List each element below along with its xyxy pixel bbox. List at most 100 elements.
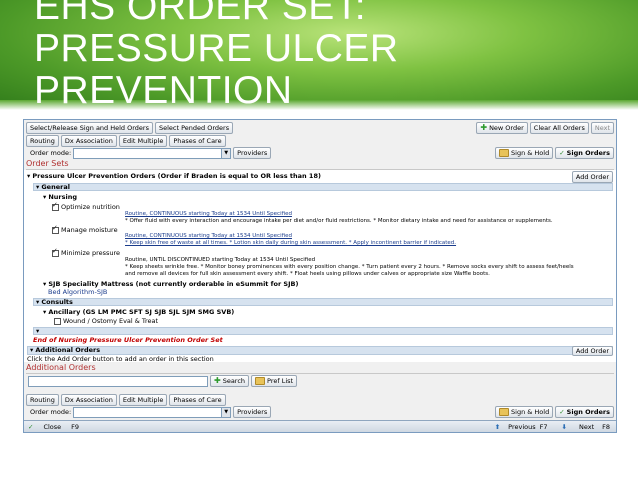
nursing-collapse-icon[interactable]: ▾ — [43, 193, 46, 201]
minimize-pressure-line1: Routine, UNTIL DISCONTINUED starting Tod… — [125, 257, 316, 263]
new-order-label: New Order — [489, 124, 524, 132]
sign-orders-button-bottom[interactable]: ✓ Sign Orders — [555, 406, 614, 418]
edit-multiple-button[interactable]: Edit Multiple — [118, 135, 168, 147]
next-button[interactable]: Next — [590, 122, 614, 134]
sign-orders-label-bottom: Sign Orders — [566, 408, 610, 416]
sjb-mattress-row: ▾ SJB Speciality Mattress (not currently… — [24, 280, 616, 288]
search-button[interactable]: ✚ Search — [210, 375, 250, 387]
minimize-pressure-line2: * Keep sheets wrinkle free. * Monitor bo… — [125, 264, 574, 270]
slide-title-line-3: PREVENTION — [34, 69, 293, 112]
minimize-pressure-line3: and remove all devices for full skin ass… — [125, 271, 490, 277]
order-item-minimize-pressure: Minimize pressure — [24, 247, 616, 257]
bed-algorithm-link[interactable]: Bed Algorithm-SJB — [48, 288, 107, 296]
empty-group-row: ▾ — [24, 327, 616, 335]
order-set-title: Pressure Ulcer Prevention Orders (Order … — [32, 172, 321, 180]
ancillary-collapse-icon[interactable]: ▾ — [43, 308, 46, 316]
click-hint-text: Click the Add Order button to add an ord… — [27, 355, 214, 363]
phases-of-care-button-bottom[interactable]: Phases of Care — [169, 394, 226, 406]
sign-hold-button[interactable]: Sign & Hold — [495, 147, 554, 159]
additional-orders-collapse-icon[interactable]: ▾ — [30, 346, 33, 354]
status-bar: ✓ Close F9 ⬆ Previous F7 ⬇ Next F8 — [24, 420, 616, 432]
sign-orders-label: Sign Orders — [566, 149, 610, 157]
manage-moisture-line2[interactable]: * Keep skin free of waste at all times. … — [125, 240, 456, 246]
manage-moisture-label: Manage moisture — [61, 226, 118, 234]
optimize-nutrition-label: Optimize nutrition — [61, 203, 120, 211]
folder-icon — [499, 408, 510, 416]
order-set-title-row: ▾ Pressure Ulcer Prevention Orders (Orde… — [24, 171, 616, 183]
slide-title-line-1: EHS ORDER SET: — [34, 0, 367, 28]
order-item-optimize-nutrition: Optimize nutrition — [24, 201, 616, 211]
close-button[interactable]: Close — [43, 423, 61, 431]
optimize-nutrition-line1[interactable]: Routine, CONTINUOUS starting Today at 15… — [125, 211, 292, 217]
wound-consult-label: Wound / Ostomy Eval & Treat — [63, 317, 159, 325]
edit-multiple-button-bottom[interactable]: Edit Multiple — [118, 394, 168, 406]
order-mode-bar: Order mode: ▼ Providers Sign & Hold ✓ Sig… — [24, 147, 616, 159]
end-of-order-set-text: End of Nursing Pressure Ulcer Prevention… — [33, 336, 223, 344]
search-bar: ✚ Search Pref List — [24, 375, 616, 387]
checkmark-icon: ✓ — [559, 408, 565, 416]
sign-hold-label: Sign & Hold — [511, 149, 550, 157]
providers-button-bottom[interactable]: Providers — [233, 406, 272, 418]
sign-hold-button-bottom[interactable]: Sign & Hold — [495, 406, 554, 418]
action-toolbar: Routing Dx Association Edit Multiple Pha… — [24, 135, 616, 147]
top-toolbar: Select/Release Sign and Held Orders Sele… — [24, 122, 616, 134]
order-search-input[interactable] — [28, 375, 208, 387]
next-status-button[interactable]: Next — [579, 423, 594, 431]
checkmark-icon: ✓ — [28, 422, 34, 431]
wound-consult-checkbox[interactable] — [54, 317, 61, 325]
additional-orders-group-label: Additional Orders — [35, 346, 101, 354]
optimize-nutrition-line2: * Offer fluid with every interaction and… — [125, 218, 553, 224]
slide-title-line-2: PRESSURE ULCER — [34, 27, 399, 70]
arrow-down-icon: ⬇ — [561, 422, 567, 431]
previous-button[interactable]: Previous — [508, 423, 535, 431]
order-sets-heading: Order Sets — [26, 159, 614, 170]
sign-orders-button[interactable]: ✓ Sign Orders — [555, 147, 614, 159]
consults-collapse-icon[interactable]: ▾ — [36, 298, 39, 306]
action-toolbar-bottom: Routing Dx Association Edit Multiple Pha… — [24, 394, 616, 406]
routing-button[interactable]: Routing — [26, 135, 59, 147]
clear-all-orders-button[interactable]: Clear All Orders — [529, 122, 589, 134]
plus-icon: ✚ — [214, 376, 221, 385]
dx-association-button[interactable]: Dx Association — [60, 135, 117, 147]
manage-moisture-line1[interactable]: Routine, CONTINUOUS starting Today at 15… — [125, 233, 292, 239]
select-release-button[interactable]: Select/Release Sign and Held Orders — [26, 122, 153, 134]
folder-icon — [255, 377, 266, 385]
folder-icon — [499, 149, 510, 157]
arrow-up-icon: ⬆ — [494, 422, 501, 431]
order-mode-select-bottom[interactable]: ▼ — [73, 406, 232, 418]
sjb-mattress-collapse-icon[interactable]: ▾ — [43, 280, 46, 288]
chevron-down-icon: ▼ — [221, 148, 231, 158]
order-mode-bar-bottom: Order mode: ▼ Providers Sign & Hold ✓ Sig… — [24, 406, 616, 418]
wound-consult-row: Wound / Ostomy Eval & Treat — [24, 317, 616, 325]
additional-orders-heading: Additional Orders — [26, 363, 614, 374]
optimize-nutrition-checkbox[interactable] — [52, 201, 59, 211]
empty-group-collapse-icon[interactable]: ▾ — [36, 327, 39, 335]
pref-list-button[interactable]: Pref List — [251, 375, 298, 387]
select-pended-button[interactable]: Select Pended Orders — [155, 122, 234, 134]
checkmark-icon: ✓ — [559, 149, 565, 157]
order-mode-label-bottom: Order mode: — [30, 408, 72, 416]
general-collapse-icon[interactable]: ▾ — [36, 183, 39, 191]
plus-icon: ✚ — [480, 123, 488, 132]
dx-association-button-bottom[interactable]: Dx Association — [60, 394, 117, 406]
providers-button[interactable]: Providers — [233, 147, 272, 159]
slide-title: EHS ORDER SET: PRESSURE ULCER PREVENTION — [34, 0, 594, 112]
order-mode-select[interactable]: ▼ — [73, 147, 232, 159]
phases-of-care-button[interactable]: Phases of Care — [169, 135, 226, 147]
manage-moisture-checkbox[interactable] — [52, 224, 59, 234]
routing-button-bottom[interactable]: Routing — [26, 394, 59, 406]
click-hint-row: Click the Add Order button to add an ord… — [24, 355, 616, 363]
order-entry-window: Select/Release Sign and Held Orders Sele… — [23, 119, 617, 433]
nursing-group-row: ▾ Nursing — [24, 193, 616, 202]
end-of-order-set-row: End of Nursing Pressure Ulcer Prevention… — [24, 336, 616, 345]
order-sets-panel: ▾ Pressure Ulcer Prevention Orders (Orde… — [24, 170, 616, 363]
sjb-mattress-label: SJB Speciality Mattress (not currently o… — [48, 280, 299, 288]
close-shortcut: F9 — [71, 422, 80, 431]
order-mode-label: Order mode: — [30, 149, 72, 157]
ancillary-label: Ancillary (GS LM PMC SFT SJ SJB SJL SJM … — [48, 308, 235, 316]
add-order-button[interactable]: Add Order — [571, 171, 613, 183]
minimize-pressure-checkbox[interactable] — [52, 247, 59, 257]
order-item-manage-moisture: Manage moisture — [24, 224, 616, 234]
collapse-icon[interactable]: ▾ — [27, 172, 30, 180]
new-order-button[interactable]: ✚ New Order — [476, 122, 528, 134]
